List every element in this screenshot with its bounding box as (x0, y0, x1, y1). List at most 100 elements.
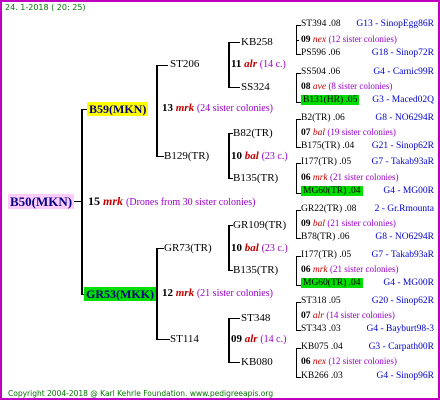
ancestor-name[interactable]: KB075 .04 (301, 342, 343, 352)
connector-g2a-top (228, 42, 240, 43)
gen4-dam-row: ST343 .03 G4 - Bayburt98-3 (301, 324, 434, 335)
footer-copyright: Copyright 2004-2018 @ Karl Kehrle Founda… (8, 389, 274, 398)
connector-g2c (228, 225, 230, 271)
ancestor-name[interactable]: I177(TR) .05 (301, 157, 351, 167)
ancestor-name[interactable]: B175(TR) .04 (301, 141, 354, 151)
mating-note: (8 sister colonies) (328, 81, 393, 91)
mating-mark: mrk (312, 173, 328, 183)
ancestor-name[interactable]: KB266 .03 (301, 371, 343, 381)
ancestor-name[interactable]: I177(TR) .05 (301, 250, 351, 260)
mating-mark: nex (312, 35, 327, 45)
ancestor-origin: G3 - Carpath00R (368, 342, 434, 352)
ancestor-name[interactable]: GR22(TR) .08 (301, 204, 356, 214)
mating-year: 07 (301, 311, 311, 321)
gen3-4-name[interactable]: B135(TR) (233, 173, 278, 184)
gen3-1-name[interactable]: KB258 (241, 37, 273, 48)
ancestor-name[interactable]: ST343 .03 (301, 324, 341, 334)
connector-a-h (156, 65, 168, 66)
bracket-g3-4 (296, 163, 297, 194)
gen4-mating: 06 nex (12 sister colonies) (301, 357, 397, 368)
mating-mark: bal (312, 219, 326, 229)
ancestor-origin: 2 - Gr.Rmounta (374, 204, 434, 214)
ancestor-origin: G8 - NO6294R (375, 232, 434, 242)
connector-g2a-bot (228, 87, 240, 88)
gen4-mating: 08 ave (8 sister colonies) (301, 82, 392, 93)
gen4-dam-row: PS596 .06 G18 - Sinop72R (301, 48, 434, 59)
ancestor-name[interactable]: ST394 .08 (301, 19, 341, 29)
connector-g2b (228, 133, 230, 179)
gen3-8-name[interactable]: KB080 (241, 357, 273, 368)
gen4-sire-row: SS504 .06 G4 - Carnic99R (301, 67, 434, 78)
connector-dam (156, 248, 158, 340)
queen-root-name[interactable]: B50(MKN) (8, 194, 75, 209)
gen4-sire-row: GR22(TR) .08 2 - Gr.Rmounta (301, 204, 434, 215)
connector-g2a (228, 42, 230, 88)
connector-g2d-top (228, 318, 240, 319)
ancestor-origin: G4 - MG00R (383, 278, 434, 288)
mating-note: (21 sister colonies) (327, 218, 396, 228)
bracket-g3-3 (296, 119, 297, 148)
ancestor-name[interactable]: B131(HR) .05 (301, 95, 360, 105)
mating-note: (12 sister colonies) (328, 356, 397, 366)
mating-year: 06 (301, 265, 311, 275)
root-mating: 15 mrk (Drones from 30 sister colonies) (88, 194, 256, 208)
connector-sire (156, 65, 158, 157)
connector-root (81, 109, 83, 295)
gen4-dam-row: KB266 .03 G4 - Sinop96R (301, 371, 434, 382)
gen4-mating: 07 bal (19 sister colonies) (301, 128, 396, 139)
gen2-a-name[interactable]: ST206 (170, 59, 199, 70)
gen4-mating: 09 bal (21 sister colonies) (301, 219, 396, 230)
pedigree-frame: 24. 1-2018 ( 20: 25) B50(MKN) 15 mrk (Dr… (0, 0, 440, 400)
gen2-c-name[interactable]: GR73(TR) (164, 243, 212, 254)
connector-d-h (156, 339, 170, 340)
ancestor-origin: G4 - Carnic99R (373, 67, 434, 77)
ancestor-origin: G7 - Takab93aR (371, 250, 434, 260)
mating-year: 06 (301, 173, 311, 183)
gen3-7-name[interactable]: ST348 (241, 313, 270, 324)
bracket-g3-5 (296, 210, 297, 239)
bracket-g3-1-mid (296, 40, 299, 41)
mating-note: (14 sister colonies) (326, 310, 395, 320)
ancestor-name[interactable]: ST318 .05 (301, 296, 341, 306)
ancestor-origin: G4 - Sinop96R (376, 371, 434, 381)
mating-mark: ave (312, 82, 327, 92)
mating-note: (21 sister colonies) (330, 172, 399, 182)
bracket-g3-2 (296, 73, 297, 103)
bracket-g3-7 (296, 302, 297, 331)
gen2-d-name[interactable]: ST114 (170, 334, 199, 345)
ancestor-name[interactable]: B78(TR) .06 (301, 232, 350, 242)
gen4-sire-row: KB075 .04 G3 - Carpath00R (301, 342, 434, 353)
ancestor-origin: G20 - Sinop62R (371, 296, 434, 306)
gen3-5-name[interactable]: GR109(TR) (233, 220, 286, 231)
gen3-2-name[interactable]: SS324 (241, 82, 270, 93)
sire-name[interactable]: B59(MKN) (87, 102, 149, 116)
connector-g2d (228, 318, 230, 363)
mating-mark: bal (312, 128, 326, 138)
gen3-3-name[interactable]: B82(TR) (233, 128, 273, 139)
gen4-sire-row: ST318 .05 G20 - Sinop62R (301, 296, 434, 307)
gen2-d-mating: 09 alr (14 c.) (231, 333, 287, 345)
gen2-b-name[interactable]: B129(TR) (164, 151, 209, 162)
connector-root-h (74, 201, 82, 202)
gen4-dam-row: B78(TR) .06 G8 - NO6294R (301, 232, 434, 243)
dam-name[interactable]: GR53(MKK) (84, 287, 156, 301)
ancestor-name[interactable]: B2(TR) .06 (301, 113, 345, 123)
sire-mating: 13 mrk (24 sister colonies) (162, 102, 273, 114)
ancestor-name[interactable]: SS504 .06 (301, 67, 340, 77)
mating-note: (19 sister colonies) (327, 127, 396, 137)
gen4-mating: 06 mrk (21 sister colonies) (301, 173, 399, 184)
gen4-sire-row: B2(TR) .06 G8 - NO6294R (301, 113, 434, 124)
gen3-6-name[interactable]: B135(TR) (233, 265, 278, 276)
mating-year: 09 (301, 35, 311, 45)
ancestor-name[interactable]: MG60(TR) .04 (301, 186, 363, 196)
gen4-dam-row: MG60(TR) .04 G4 - MG00R (301, 278, 434, 289)
ancestor-origin: G7 - Takab93aR (371, 157, 434, 167)
dam-mating: 12 mrk (21 sister colonies) (162, 287, 273, 299)
ancestor-name[interactable]: PS596 .06 (301, 48, 340, 58)
gen4-mating: 09 nex (12 sister colonies) (301, 35, 397, 46)
mating-note: (21 sister colonies) (330, 264, 399, 274)
ancestor-origin: G4 - Bayburt98-3 (366, 324, 434, 334)
connector-b-h (156, 156, 164, 157)
ancestor-name[interactable]: MG60(TR) .04 (301, 278, 363, 288)
ancestor-origin: G4 - MG00R (383, 186, 434, 196)
